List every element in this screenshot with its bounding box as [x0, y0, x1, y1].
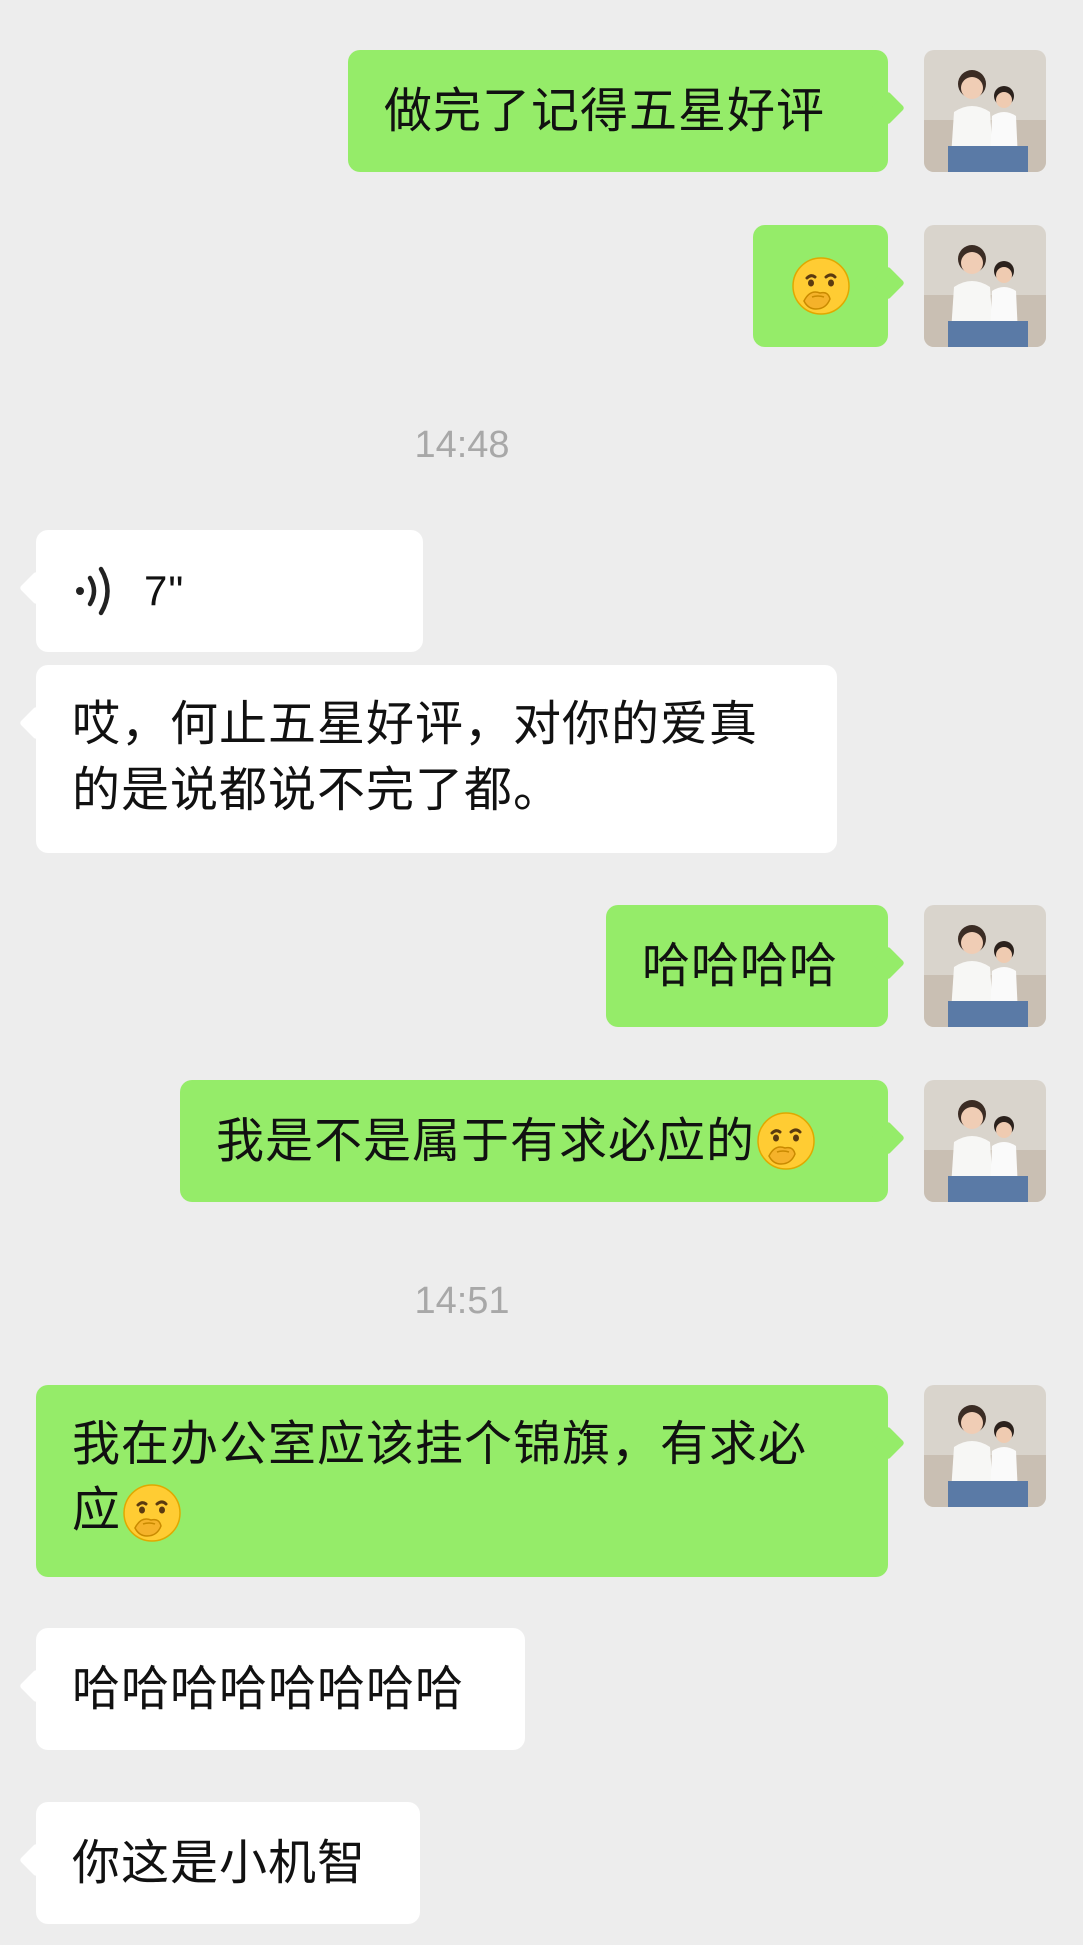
- voice-message-bubble[interactable]: 7": [36, 530, 423, 652]
- message-text: 哈哈哈哈: [642, 938, 839, 994]
- message-bubble-sent[interactable]: 我在办公室应该挂个锦旗，有求必 应: [36, 1385, 888, 1577]
- message-bubble-sent[interactable]: 我是不是属于有求必应的: [180, 1080, 888, 1202]
- message-bubble-received[interactable]: 哈哈哈哈哈哈哈哈: [36, 1628, 525, 1750]
- avatar[interactable]: [924, 1385, 1046, 1507]
- emoji-icon: [791, 257, 850, 315]
- emoji-icon: [757, 1112, 815, 1170]
- message-text: 做完了记得五星好评: [384, 83, 826, 139]
- timestamp: 14:48: [414, 424, 510, 466]
- message-text: 你这是小机智: [72, 1835, 367, 1891]
- avatar[interactable]: [924, 50, 1046, 172]
- voice-icon: [76, 566, 110, 616]
- message-bubble-sent[interactable]: 哈哈哈哈: [606, 905, 888, 1027]
- message-text: 我是不是属于有求必应的: [216, 1113, 756, 1169]
- message-text-line: 应: [72, 1477, 183, 1544]
- message-text-line: 哎，何止五星好评，对你的爱真: [72, 696, 759, 752]
- message-text-line: 的是说都说不完了都。: [72, 762, 563, 818]
- message-bubble-sent[interactable]: 做完了记得五星好评: [348, 50, 888, 172]
- message-bubble-received[interactable]: 你这是小机智: [36, 1802, 420, 1924]
- message-text: 哈哈哈哈哈哈哈哈: [72, 1661, 465, 1717]
- avatar[interactable]: [924, 225, 1046, 347]
- emoji-icon: [123, 1484, 181, 1542]
- message-bubble-sent-emoji[interactable]: [753, 225, 888, 347]
- timestamp: 14:51: [414, 1280, 510, 1322]
- avatar[interactable]: [924, 905, 1046, 1027]
- avatar[interactable]: [924, 1080, 1046, 1202]
- voice-duration: 7": [144, 567, 185, 614]
- message-bubble-received[interactable]: 哎，何止五星好评，对你的爱真 的是说都说不完了都。: [36, 665, 837, 853]
- message-text-line: 我在办公室应该挂个锦旗，有求必: [72, 1416, 808, 1472]
